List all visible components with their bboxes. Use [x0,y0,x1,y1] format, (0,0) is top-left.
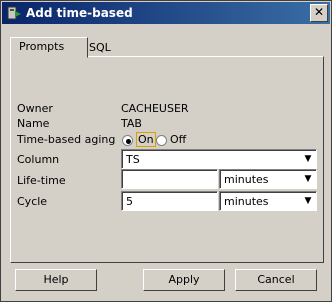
app-icon [7,6,21,20]
cycle-input[interactable]: 5 [121,191,218,211]
aging-on-radio[interactable] [122,135,133,146]
window-title: Add time-based [26,6,133,20]
owner-label: Owner [17,102,53,115]
aging-on-label[interactable]: On [136,132,156,147]
cycle-input-value: 5 [126,195,133,208]
chevron-down-icon[interactable]: ▼ [301,193,315,209]
owner-value: CACHEUSER [121,102,189,115]
aging-off-label[interactable]: Off [170,133,186,146]
lifetime-unit-select[interactable]: minutes ▼ [219,169,317,189]
column-select-value: TS [126,153,140,166]
help-button[interactable]: Help [15,269,97,291]
close-button[interactable]: ✕ [310,4,328,22]
column-label: Column [17,153,60,166]
column-select[interactable]: TS ▼ [121,149,317,169]
cycle-label: Cycle [17,195,48,208]
cycle-unit-select[interactable]: minutes ▼ [219,191,317,211]
cycle-unit-value: minutes [224,195,269,208]
title-bar[interactable]: Add time-based ✕ [2,2,330,24]
cancel-button[interactable]: Cancel [235,269,317,291]
aging-off-radio[interactable] [156,135,167,146]
name-value: TAB [121,117,142,130]
dialog-window: Add time-based ✕ Prompts SQL Owner CACHE… [0,0,332,302]
lifetime-unit-value: minutes [224,173,269,186]
lifetime-input[interactable] [121,169,218,189]
chevron-down-icon[interactable]: ▼ [301,151,315,167]
name-label: Name [17,117,50,130]
radio-selected-dot [126,139,131,144]
aging-label: Time-based aging [17,133,116,146]
tab-prompts[interactable]: Prompts [10,37,88,58]
chevron-down-icon[interactable]: ▼ [301,171,315,187]
lifetime-label: Life-time [17,174,66,187]
apply-button[interactable]: Apply [143,269,225,291]
